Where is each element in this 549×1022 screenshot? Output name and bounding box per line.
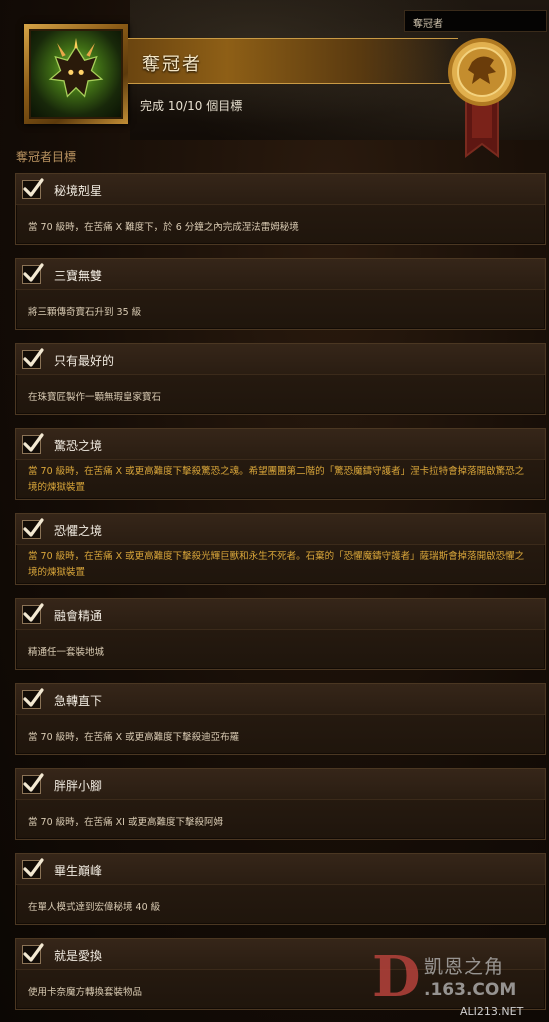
objective-card: 融會精通 精通任一套裝地城: [15, 598, 546, 670]
objective-title: 只有最好的: [54, 354, 115, 368]
objective-description: 將三顆傳奇寶石升到 35 級: [28, 307, 142, 318]
objective-card: 急轉直下 當 70 級時，在苦痛 X 或更高難度下擊殺迪亞布羅: [15, 683, 546, 755]
objective-description: 當 70 級時，在苦痛 XI 或更高難度下擊殺阿姆: [28, 817, 223, 828]
objective-title: 就是愛換: [54, 949, 103, 963]
objective-card: 胖胖小腳 當 70 級時，在苦痛 XI 或更高難度下擊殺阿姆: [15, 768, 546, 840]
demon-head-icon: [29, 29, 123, 119]
checkbox-checked-icon: [22, 773, 44, 794]
checkbox-checked-icon: [22, 688, 44, 709]
objective-card: 畢生巔峰 在單人模式達到宏偉秘境 40 級: [15, 853, 546, 925]
watermark-site: ALI213.NET: [460, 1005, 524, 1018]
objective-card: 只有最好的 在珠寶匠製作一顆無瑕皇家寶石: [15, 343, 546, 415]
objective-title: 融會精通: [54, 609, 103, 623]
objective-description: 當 70 級時，在苦痛 X 或更高難度下擊殺迪亞布羅: [28, 732, 240, 743]
checkbox-checked-icon: [22, 263, 44, 284]
objective-description: 當 70 級時，在苦痛 X 或更高難度下擊殺驚恐之魂。希望團團第二階的「驚恐魔鑄…: [28, 466, 525, 493]
objective-title: 急轉直下: [54, 694, 103, 708]
medallion-emblem-icon: [448, 38, 516, 158]
objective-description: 在單人模式達到宏偉秘境 40 級: [28, 902, 161, 913]
checkbox-checked-icon: [22, 433, 44, 454]
checkbox-checked-icon: [22, 943, 44, 964]
watermark-brand: 凱恩之角: [424, 956, 505, 978]
achievement-title: 奪冠者: [142, 54, 202, 75]
objective-card: 三寶無雙 將三顆傳奇寶石升到 35 級: [15, 258, 546, 330]
watermark-domain: .163.COM: [424, 980, 517, 1000]
progress-text: 完成 10/10 個目標: [140, 99, 243, 113]
checkbox-checked-icon: [22, 858, 44, 879]
objective-description: 當 70 級時，在苦痛 X 難度下，於 6 分鐘之內完成涅法雷姆秘境: [28, 222, 299, 233]
achievement-icon-frame: [24, 24, 128, 124]
objective-card: 恐懼之境 當 70 級時，在苦痛 X 或更高難度下擊殺光輝巨獸和永生不死者。石棄…: [15, 513, 546, 585]
objective-title: 恐懼之境: [54, 524, 103, 538]
search-input[interactable]: 奪冠者: [404, 10, 547, 32]
objective-card: 秘境剋星 當 70 級時，在苦痛 X 難度下，於 6 分鐘之內完成涅法雷姆秘境: [15, 173, 546, 245]
objectives-heading: 奪冠者目標: [16, 150, 77, 164]
checkbox-checked-icon: [22, 178, 44, 199]
checkbox-checked-icon: [22, 603, 44, 624]
objective-title: 秘境剋星: [54, 184, 103, 198]
objective-description: 精通任一套裝地城: [28, 647, 105, 658]
objective-description: 當 70 級時，在苦痛 X 或更高難度下擊殺光輝巨獸和永生不死者。石棄的「恐懼魔…: [28, 551, 525, 578]
objective-title: 驚恐之境: [54, 439, 103, 453]
watermark-logo: D: [372, 944, 421, 1010]
objective-title: 畢生巔峰: [54, 864, 103, 878]
achievement-page: 奪冠者 奪冠者 完成 10/10 個目標 奪冠者目標 秘境剋星 當 70 級時，…: [0, 0, 549, 1022]
objective-card: 驚恐之境 當 70 級時，在苦痛 X 或更高難度下擊殺驚恐之魂。希望團團第二階的…: [15, 428, 546, 500]
objective-title: 三寶無雙: [54, 269, 103, 283]
checkbox-checked-icon: [22, 518, 44, 539]
objective-title: 胖胖小腳: [54, 779, 103, 793]
checkbox-checked-icon: [22, 348, 44, 369]
site-watermark: D 凱恩之角 .163.COM ALI213.NET: [362, 938, 549, 1022]
achievement-header: 奪冠者 奪冠者 完成 10/10 個目標 奪冠者目標: [0, 0, 549, 164]
objective-description: 在珠寶匠製作一顆無瑕皇家寶石: [28, 392, 162, 403]
